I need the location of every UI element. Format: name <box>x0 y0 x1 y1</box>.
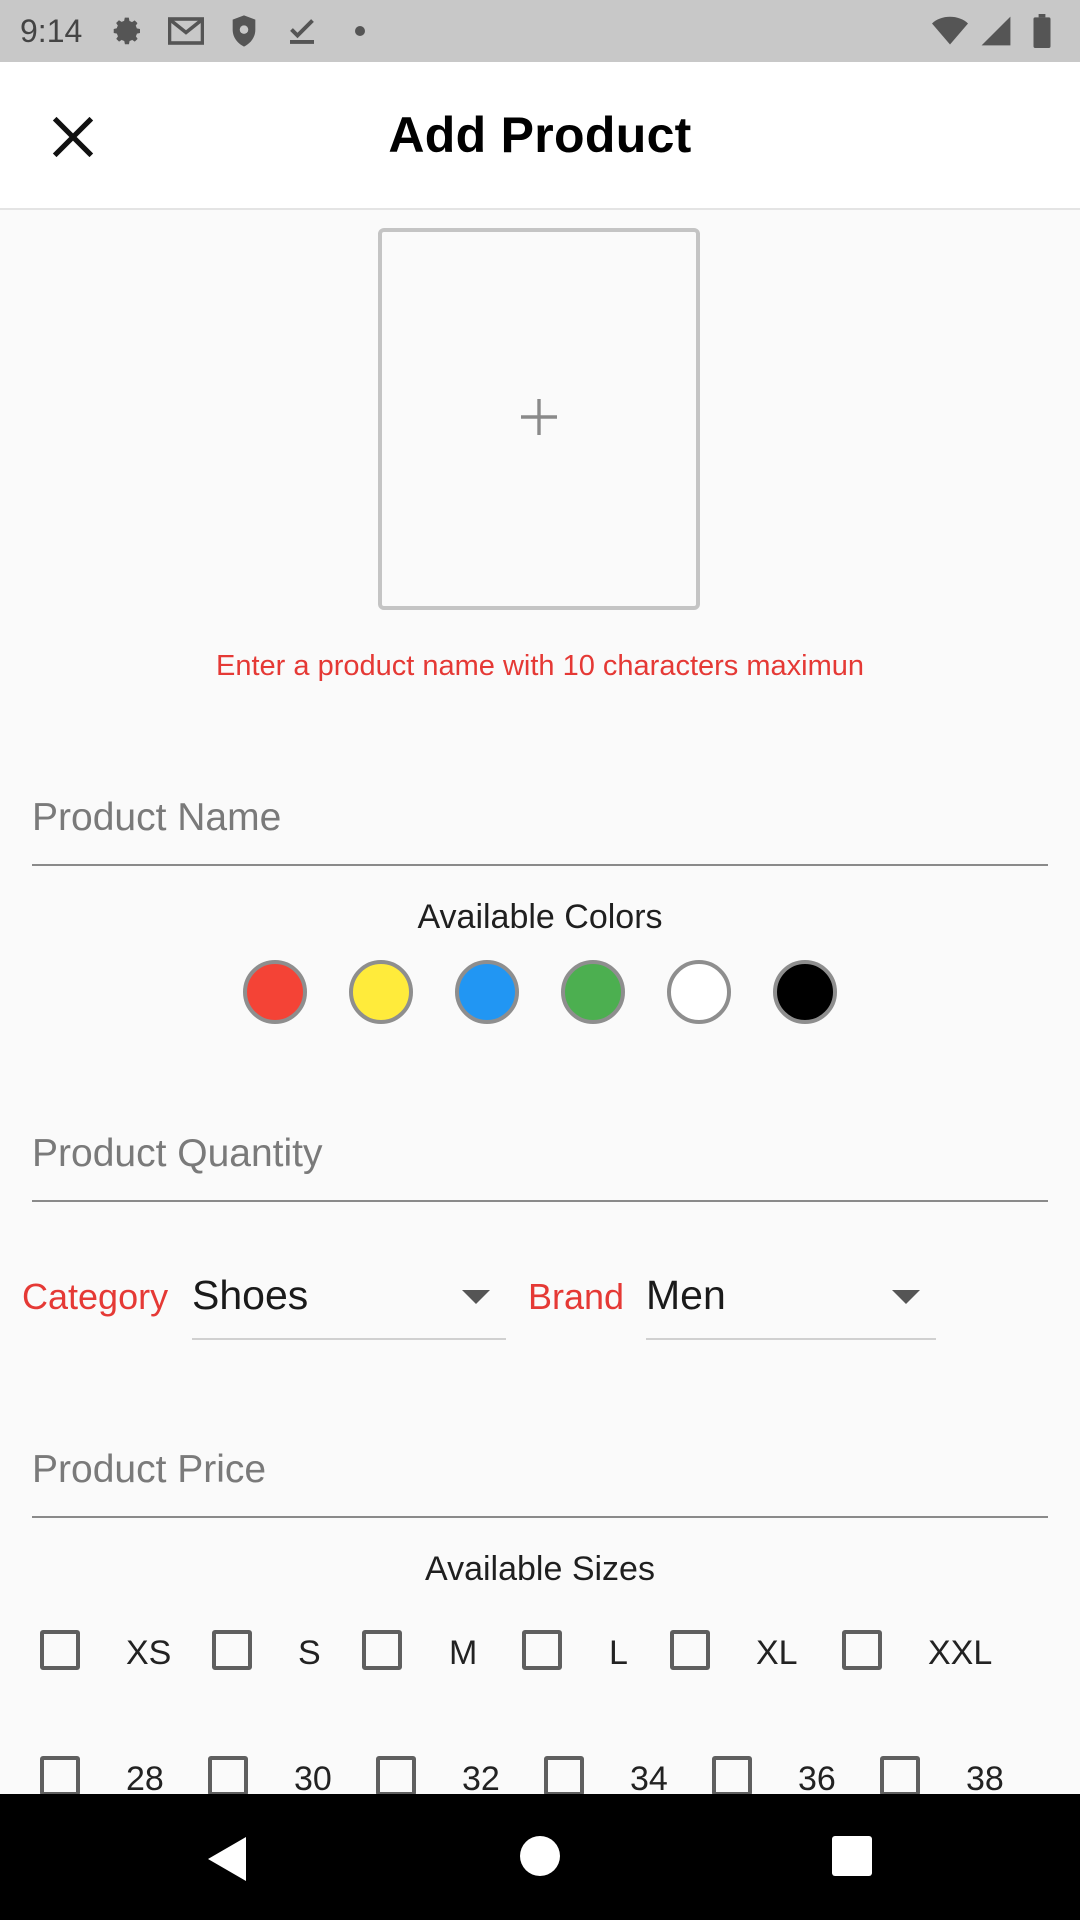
recents-icon[interactable] <box>832 1836 872 1881</box>
size-checkbox-xs[interactable] <box>40 1630 80 1670</box>
product-price-field[interactable] <box>32 1428 1048 1518</box>
available-sizes-title: Available Sizes <box>425 1550 655 1588</box>
product-name-field[interactable] <box>32 776 1048 866</box>
status-bar: 9:14 <box>0 0 1080 62</box>
product-name-input[interactable] <box>32 796 1048 840</box>
app-bar: Add Product <box>0 62 1080 210</box>
page-title: Add Product <box>388 107 692 163</box>
brand-label: Brand <box>528 1276 625 1317</box>
size-checkbox-32[interactable] <box>376 1756 416 1796</box>
size-label: M <box>449 1634 478 1672</box>
shield-icon <box>226 13 262 49</box>
size-checkbox-38[interactable] <box>880 1756 920 1796</box>
product-quantity-field[interactable] <box>32 1112 1048 1202</box>
size-label: XL <box>756 1634 798 1672</box>
battery-icon <box>1024 13 1060 49</box>
color-swatches <box>0 960 1080 1024</box>
brand-dropdown[interactable]: Men <box>646 1262 936 1340</box>
status-icons-left <box>110 13 378 49</box>
product-price-input[interactable] <box>32 1448 1048 1492</box>
color-swatch-blue[interactable] <box>455 960 519 1024</box>
available-colors-title: Available Colors <box>417 898 663 936</box>
category-dropdown[interactable]: Shoes <box>192 1262 506 1340</box>
color-swatch-black[interactable] <box>773 960 837 1024</box>
status-time: 9:14 <box>20 12 83 49</box>
dropdown-arrow-icon <box>462 1290 490 1304</box>
size-checkbox-28[interactable] <box>40 1756 80 1796</box>
download-done-icon <box>284 13 320 49</box>
dot-icon <box>342 13 378 49</box>
navigation-bar <box>0 1794 1080 1920</box>
plus-icon <box>517 395 561 444</box>
size-checkbox-30[interactable] <box>208 1756 248 1796</box>
status-icons-right <box>932 13 1060 49</box>
size-checkbox-l[interactable] <box>522 1630 562 1670</box>
size-row-letters: XS S M L XL XXL <box>0 1626 1080 1686</box>
color-swatch-green[interactable] <box>561 960 625 1024</box>
wifi-icon <box>932 13 968 49</box>
validation-hint: Enter a product name with 10 characters … <box>216 650 864 682</box>
category-value: Shoes <box>192 1272 309 1318</box>
size-label: XS <box>126 1634 172 1672</box>
size-label: XXL <box>928 1634 993 1672</box>
color-swatch-white[interactable] <box>667 960 731 1024</box>
color-swatch-yellow[interactable] <box>349 960 413 1024</box>
home-icon[interactable] <box>518 1834 562 1883</box>
size-checkbox-s[interactable] <box>212 1630 252 1670</box>
size-checkbox-36[interactable] <box>712 1756 752 1796</box>
size-checkbox-m[interactable] <box>362 1630 402 1670</box>
size-label: L <box>609 1634 628 1672</box>
back-icon[interactable] <box>206 1834 250 1889</box>
image-picker-button[interactable] <box>378 228 700 610</box>
brand-value: Men <box>646 1272 726 1318</box>
gmail-icon <box>168 13 205 49</box>
size-checkbox-34[interactable] <box>544 1756 584 1796</box>
color-swatch-red[interactable] <box>243 960 307 1024</box>
size-label: S <box>298 1634 321 1672</box>
product-quantity-input[interactable] <box>32 1132 1048 1176</box>
category-label: Category <box>22 1276 169 1317</box>
dropdown-arrow-icon <box>892 1290 920 1304</box>
signal-icon <box>978 13 1014 49</box>
size-checkbox-xl[interactable] <box>670 1630 710 1670</box>
size-checkbox-xxl[interactable] <box>842 1630 882 1670</box>
gear-icon <box>110 13 146 49</box>
